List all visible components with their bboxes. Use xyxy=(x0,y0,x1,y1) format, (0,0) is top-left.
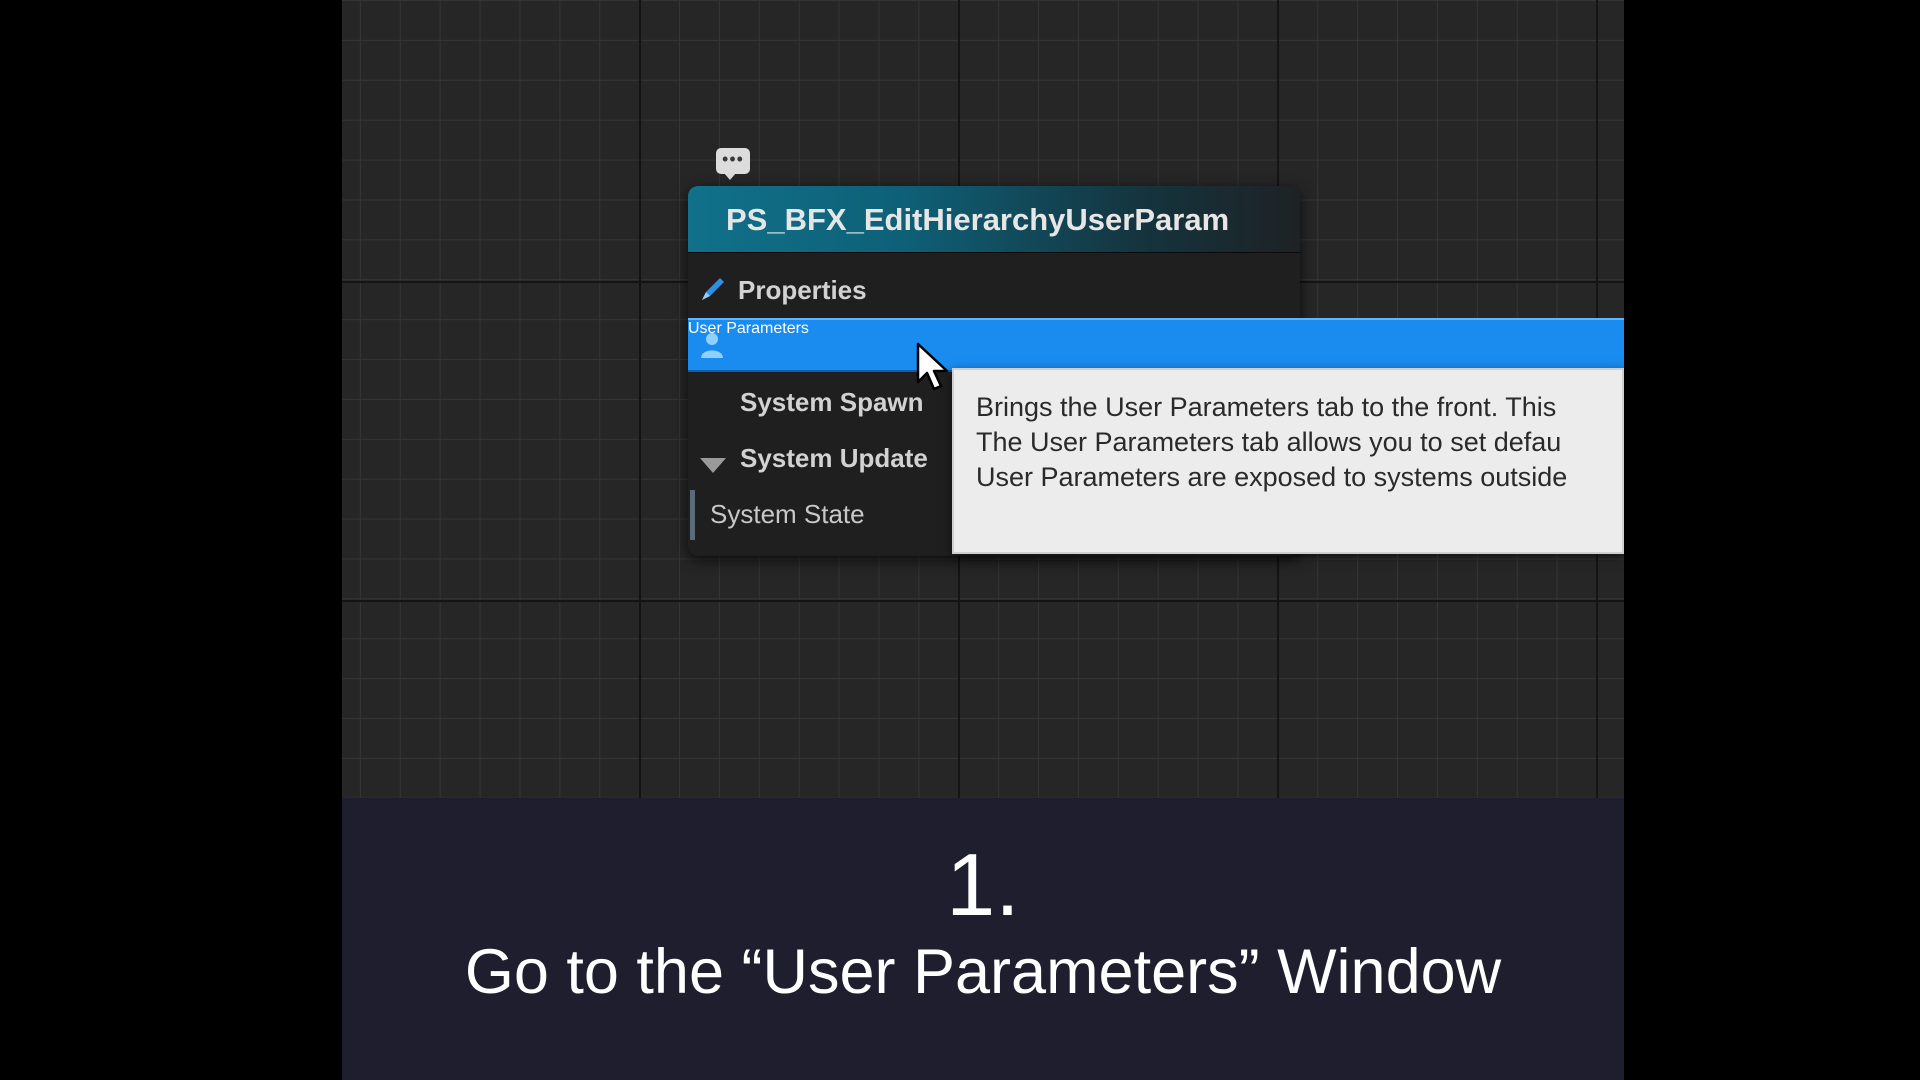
row-label-system-spawn: System Spawn xyxy=(740,387,924,417)
node-title: PS_BFX_EditHierarchyUserParam xyxy=(726,202,1230,237)
speech-bubble-icon[interactable]: ••• xyxy=(716,148,750,180)
step-number: 1. xyxy=(946,835,1020,934)
node-header[interactable]: PS_BFX_EditHierarchyUserParam xyxy=(688,186,1300,253)
tooltip-line: The User Parameters tab allows you to se… xyxy=(976,427,1562,457)
niagara-graph-canvas[interactable]: ••• PS_BFX_EditHierarchyUserParam Proper… xyxy=(342,0,1624,798)
mouse-cursor-icon xyxy=(916,342,950,397)
node-row-user-parameters[interactable]: User Parameters xyxy=(688,318,1624,372)
user-icon xyxy=(698,330,726,365)
tooltip-line: Brings the User Parameters tab to the fr… xyxy=(976,392,1557,422)
video-frame: ••• PS_BFX_EditHierarchyUserParam Proper… xyxy=(342,0,1624,1080)
step-instruction: Go to the “User Parameters” Window xyxy=(464,937,1502,1007)
caption-bar: 1. Go to the “User Parameters” Window xyxy=(342,798,1624,1080)
node-row-properties[interactable]: Properties xyxy=(688,262,1300,316)
row-label-system-state: System State xyxy=(710,499,865,529)
row-label-system-update: System Update xyxy=(740,443,928,473)
triangle-down-icon[interactable] xyxy=(700,450,726,481)
tooltip-line: User Parameters are exposed to systems o… xyxy=(976,462,1568,492)
tooltip: Brings the User Parameters tab to the fr… xyxy=(952,368,1624,554)
row-label-properties: Properties xyxy=(738,275,867,305)
pencil-icon xyxy=(698,274,728,311)
